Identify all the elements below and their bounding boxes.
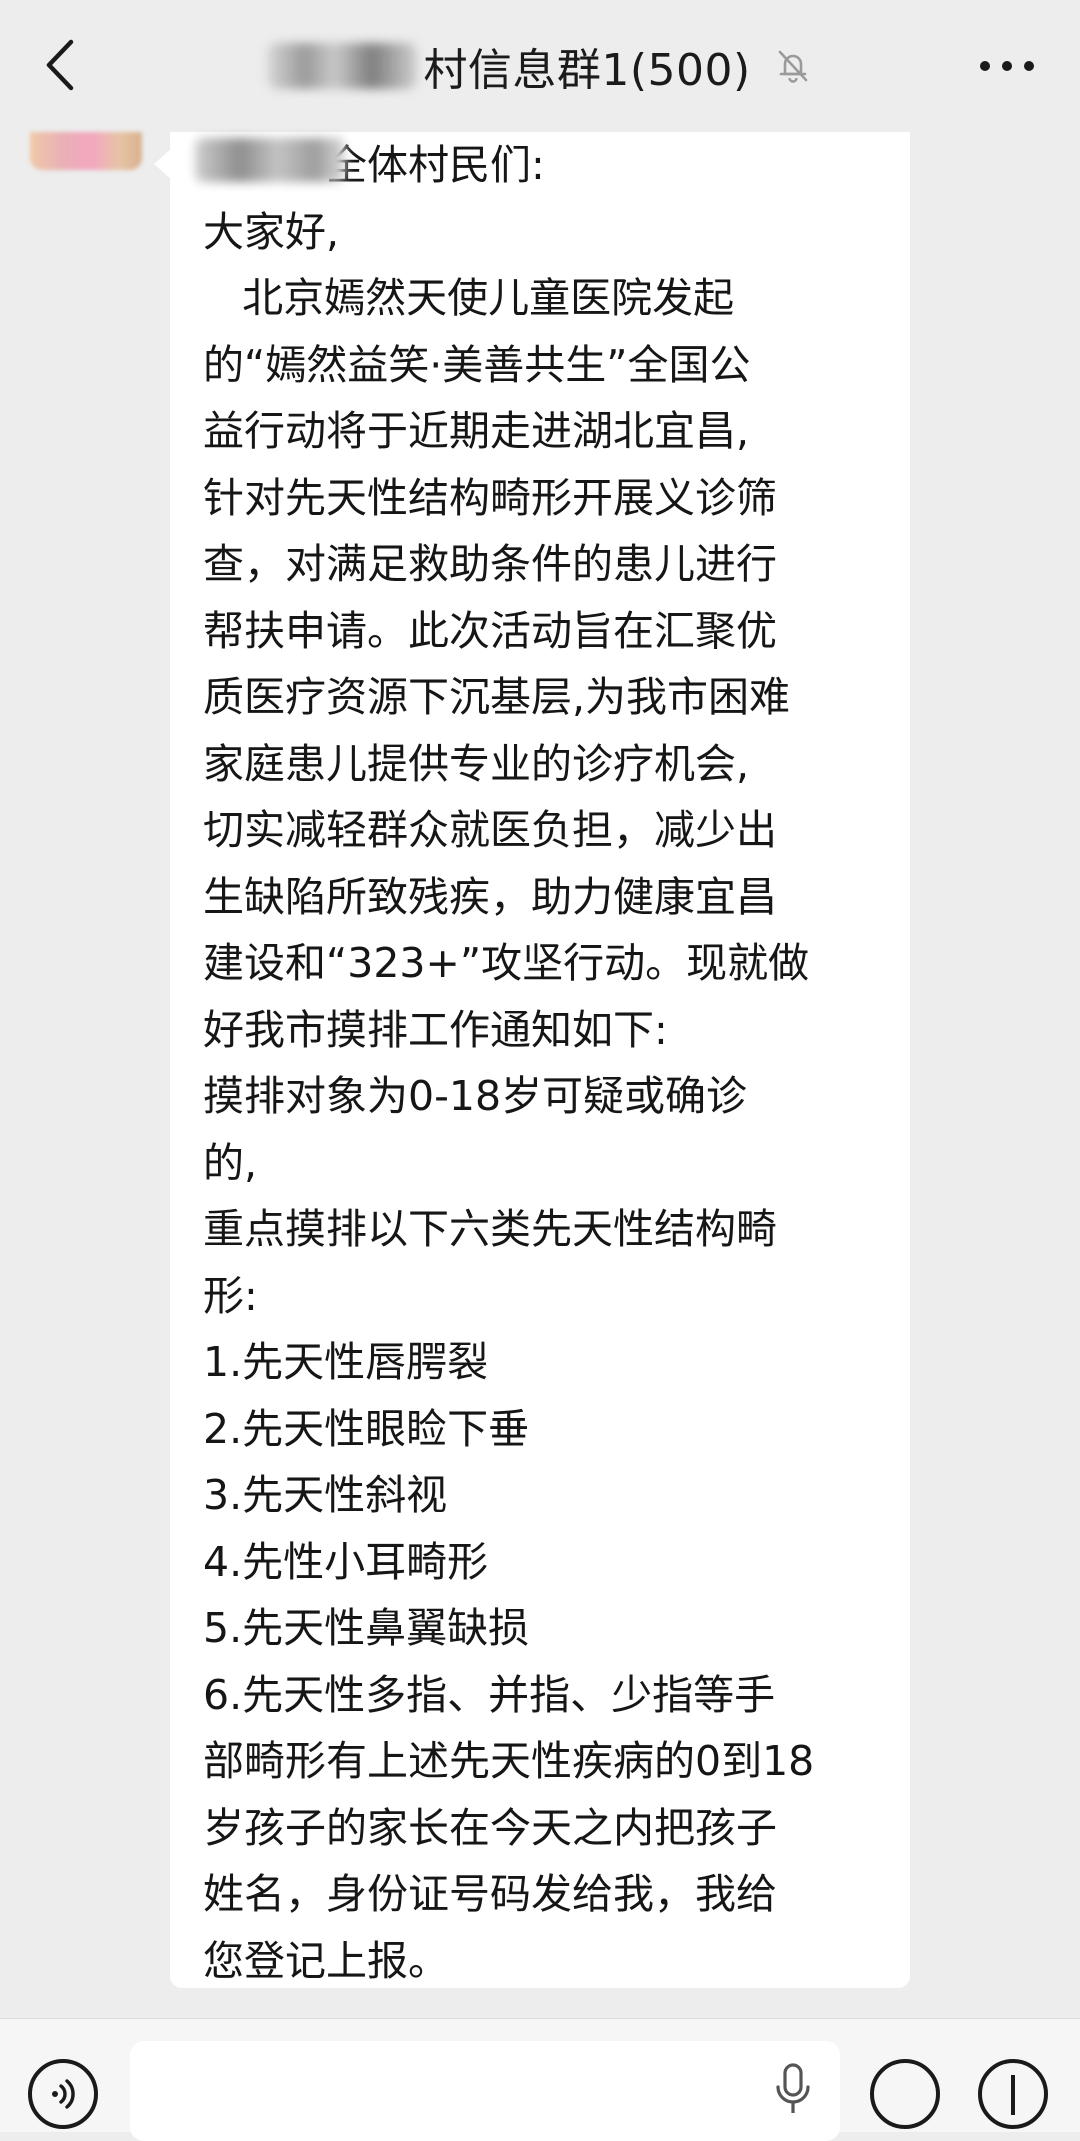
- mic-button[interactable]: [768, 2061, 818, 2131]
- chat-title-area: 村信息群1(500): [0, 0, 1080, 132]
- sender-avatar[interactable]: [30, 132, 142, 170]
- input-bar: [0, 2018, 1080, 2141]
- message-area[interactable]: 全体村民们: 大家好, 北京嫣然天使儿童医院发起 的“嫣然益笑·美善共生”全国公…: [0, 132, 1080, 2012]
- chat-title: 村信息群1(500): [423, 45, 751, 96]
- more-button[interactable]: [972, 36, 1042, 96]
- ellipsis-icon: [980, 61, 1034, 71]
- message-input[interactable]: [130, 2041, 840, 2141]
- voice-icon: [52, 2079, 75, 2109]
- blurred-group-name: [267, 43, 418, 89]
- blurred-mention: [195, 138, 345, 182]
- emoji-button[interactable]: [870, 2059, 940, 2129]
- bell-off-icon: [778, 50, 807, 83]
- microphone-icon: [776, 2063, 810, 2113]
- message-text: 全体村民们: 大家好, 北京嫣然天使儿童医院发起 的“嫣然益笑·美善共生”全国公…: [203, 141, 815, 1985]
- top-bar: 村信息群1(500): [0, 0, 1080, 132]
- voice-button[interactable]: [28, 2059, 98, 2129]
- plus-button[interactable]: [978, 2059, 1048, 2129]
